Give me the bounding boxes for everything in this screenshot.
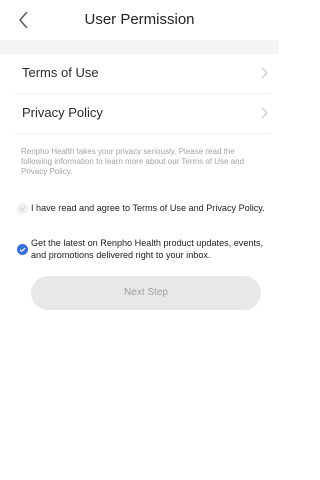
privacy-notice: Renpho Health takes your privacy serious… bbox=[21, 147, 245, 176]
divider bbox=[14, 133, 271, 134]
marketing-consent-label: Get the latest on Renpho Health product … bbox=[31, 238, 264, 260]
terms-of-use-label: Terms of Use bbox=[22, 65, 99, 80]
privacy-policy-label: Privacy Policy bbox=[22, 105, 103, 120]
marketing-consent: Get the latest on Renpho Health product … bbox=[17, 237, 273, 265]
agree-terms-label: I have read and agree to Terms of Use an… bbox=[31, 203, 265, 213]
next-step-button[interactable]: Next Step bbox=[31, 276, 261, 310]
section-gap bbox=[0, 40, 279, 54]
page-title: User Permission bbox=[84, 11, 195, 28]
unchecked-circle-icon[interactable] bbox=[17, 203, 28, 214]
chevron-right-icon bbox=[261, 107, 268, 119]
terms-of-use-row[interactable]: Terms of Use bbox=[0, 54, 279, 92]
agree-terms-consent: I have read and agree to Terms of Use an… bbox=[17, 202, 273, 216]
chevron-right-icon bbox=[261, 67, 268, 79]
checked-circle-icon[interactable] bbox=[17, 244, 28, 255]
user-permission-screen: User Permission Terms of Use Privacy Pol… bbox=[0, 0, 279, 480]
header: User Permission bbox=[0, 0, 279, 40]
privacy-policy-row[interactable]: Privacy Policy bbox=[0, 94, 279, 132]
